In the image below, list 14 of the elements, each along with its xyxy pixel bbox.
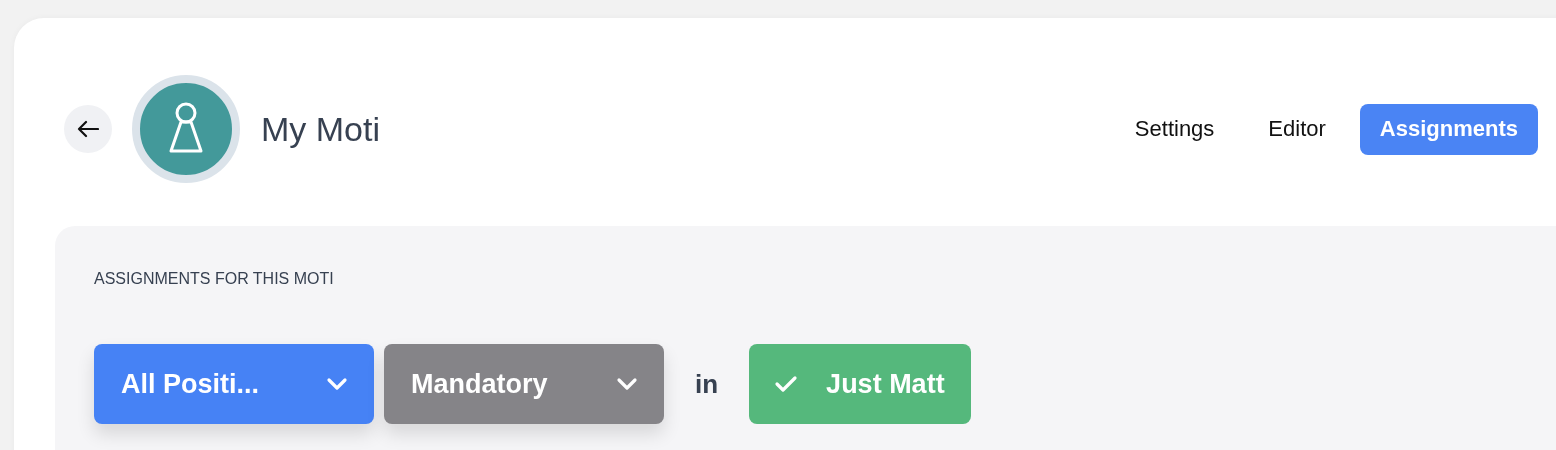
section-heading: ASSIGNMENTS FOR THIS MOTI: [94, 270, 335, 288]
back-button[interactable]: [64, 105, 112, 153]
connector-word: in: [695, 368, 719, 400]
dropdown-button[interactable]: Mandatory: [384, 344, 664, 424]
tab[interactable]: Settings: [1114, 103, 1235, 155]
chevron-down-icon: [616, 377, 638, 391]
back-arrow-icon: [77, 120, 99, 138]
tab[interactable]: Assignments: [1359, 103, 1538, 155]
toggle-button[interactable]: Just Matt: [749, 344, 971, 424]
chevron-down-icon: [326, 377, 348, 391]
check-icon: [774, 375, 799, 393]
dropdown-button[interactable]: All Positi...: [94, 344, 374, 424]
tab[interactable]: Editor: [1248, 103, 1346, 155]
page-title: My Moti: [261, 109, 380, 149]
